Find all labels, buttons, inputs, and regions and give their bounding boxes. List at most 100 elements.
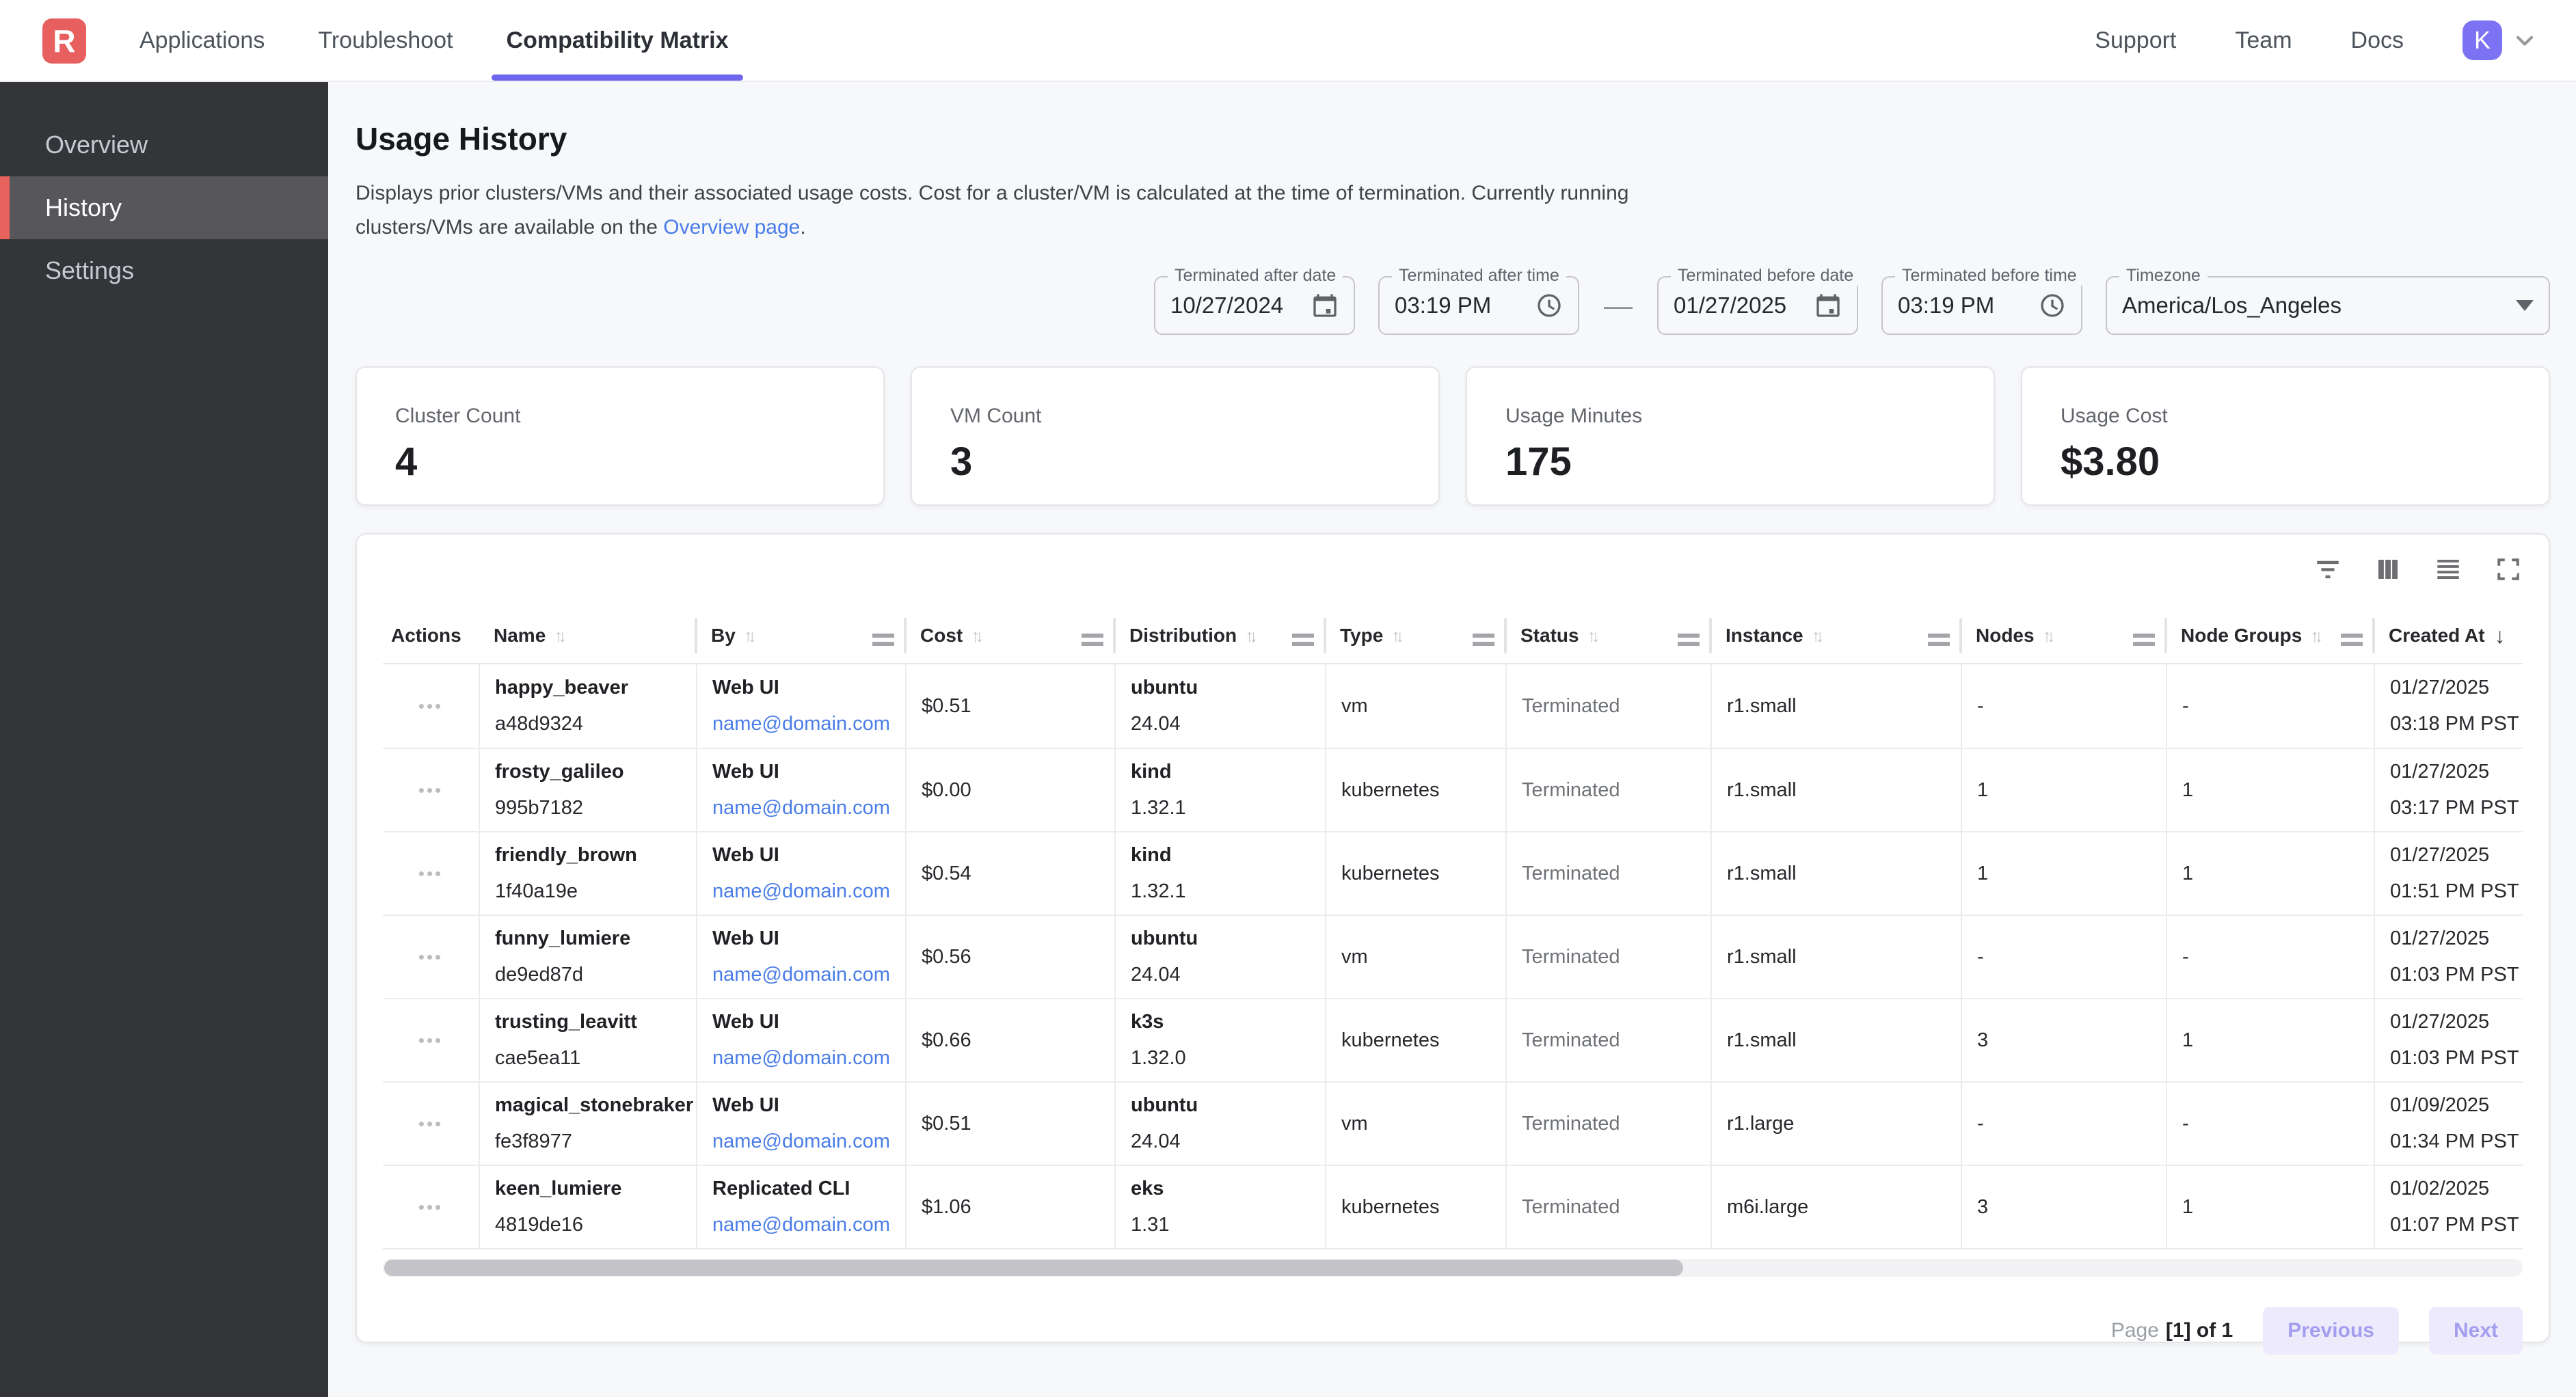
table-row[interactable]: ••• funny_lumierede9ed87d Web UIname@dom… [383,914,2523,998]
timezone-value[interactable]: America/Los_Angeles [2122,293,2342,318]
nav-item-compatibility-matrix[interactable]: Compatibility Matrix [507,0,729,81]
calendar-icon[interactable] [1814,292,1842,319]
page-description: Displays prior clusters/VMs and their as… [355,176,2550,245]
horizontal-scrollbar[interactable] [383,1259,2523,1277]
description-line2: clusters/VMs are available on the [355,216,663,239]
dropdown-arrow-icon[interactable] [2516,300,2534,311]
app-logo[interactable]: R [42,18,86,64]
terminated-after-time-field[interactable]: Terminated after time 03:19 PM [1378,276,1579,335]
cell-by: Web UIname@domain.com [696,749,905,831]
email-link[interactable]: name@domain.com [712,1214,905,1236]
email-link[interactable]: name@domain.com [712,964,905,986]
cell-cost: $0.66 [905,999,1114,1081]
previous-button[interactable]: Previous [2263,1307,2399,1355]
table-row[interactable]: ••• trusting_leavittcae5ea11 Web UIname@… [383,998,2523,1081]
clock-icon[interactable] [1535,292,1563,319]
sort-icon[interactable]: ↑↓ [1812,625,1820,647]
table-row[interactable]: ••• keen_lumiere4819de16 Replicated CLIn… [383,1165,2523,1248]
sort-icon[interactable]: ↑↓ [554,625,562,647]
terminated-after-date-value[interactable]: 10/27/2024 [1170,293,1283,318]
terminated-before-time-field[interactable]: Terminated before time 03:19 PM [1881,276,2082,335]
sidebar-item-history[interactable]: History [0,176,328,239]
cell-status: Terminated [1505,832,1710,914]
filter-icon[interactable] [2313,555,2342,584]
nav-link-support[interactable]: Support [2095,27,2176,54]
stat-label: Usage Cost [2061,405,2549,428]
more-actions-icon[interactable]: ••• [418,1113,443,1135]
terminated-before-time-value[interactable]: 03:19 PM [1898,293,1994,318]
cell-nodes: - [1961,916,2166,998]
account-menu[interactable]: K [2463,21,2536,60]
terminated-before-date-field[interactable]: Terminated before date 01/27/2025 [1657,276,1858,335]
more-actions-icon[interactable]: ••• [418,1030,443,1051]
terminated-after-time-value[interactable]: 03:19 PM [1395,293,1491,318]
timezone-select[interactable]: Timezone America/Los_Angeles [2106,276,2550,335]
sort-icon[interactable]: ↑↓ [971,625,979,647]
header-cost[interactable]: Cost↑↓ [905,608,1114,663]
cell-nodes: - [1961,664,2166,748]
terminated-before-date-value[interactable]: 01/27/2025 [1674,293,1786,318]
sidebar-item-settings[interactable]: Settings [0,239,328,302]
header-distribution[interactable]: Distribution↑↓ [1114,608,1325,663]
header-name[interactable]: Name↑↓ [479,608,696,663]
column-menu-icon[interactable] [1928,634,1950,638]
header-node-groups[interactable]: Node Groups↑↓ [2166,608,2374,663]
pagination: Page [1] of 1 Previous Next [383,1307,2523,1355]
header-instance[interactable]: Instance↑↓ [1710,608,1961,663]
cell-distribution: ubuntu24.04 [1114,664,1325,748]
column-menu-icon[interactable] [1292,634,1314,638]
density-icon[interactable] [2434,555,2463,584]
sort-icon[interactable]: ↑↓ [1391,625,1399,647]
table-row[interactable]: ••• frosty_galileo995b7182 Web UIname@do… [383,748,2523,831]
email-link[interactable]: name@domain.com [712,797,905,819]
email-link[interactable]: name@domain.com [712,880,905,903]
cell-distribution: ubuntu24.04 [1114,916,1325,998]
header-nodes[interactable]: Nodes↑↓ [1961,608,2166,663]
table-row[interactable]: ••• friendly_brown1f40a19e Web UIname@do… [383,831,2523,914]
scrollbar-thumb[interactable] [384,1260,1683,1276]
header-by[interactable]: By↑↓ [696,608,905,663]
sort-icon[interactable]: ↑↓ [2310,625,2318,647]
column-menu-icon[interactable] [2133,634,2155,638]
email-link[interactable]: name@domain.com [712,1130,905,1153]
more-actions-icon[interactable]: ••• [418,863,443,884]
primary-nav: Applications Troubleshoot Compatibility … [86,0,728,81]
description-line1: Displays prior clusters/VMs and their as… [355,182,1628,204]
sort-icon[interactable]: ↑↓ [2043,625,2051,647]
header-status[interactable]: Status↑↓ [1505,608,1710,663]
column-menu-icon[interactable] [1082,634,1103,638]
usage-table: Actions Name↑↓ By↑↓ Cost↑↓ Distribution↑… [383,608,2523,1249]
more-actions-icon[interactable]: ••• [418,1197,443,1218]
sort-icon[interactable]: ↑↓ [1245,625,1253,647]
more-actions-icon[interactable]: ••• [418,780,443,801]
nav-link-team[interactable]: Team [2235,27,2292,54]
column-menu-icon[interactable] [2341,634,2363,638]
cell-actions: ••• [383,916,479,998]
column-menu-icon[interactable] [1678,634,1700,638]
fullscreen-icon[interactable] [2494,555,2523,584]
nav-item-troubleshoot[interactable]: Troubleshoot [318,0,453,81]
more-actions-icon[interactable]: ••• [418,696,443,717]
table-row[interactable]: ••• happy_beavera48d9324 Web UIname@doma… [383,664,2523,748]
overview-page-link[interactable]: Overview page [663,216,800,239]
sort-icon[interactable]: ↑↓ [1587,625,1596,647]
sort-icon[interactable]: ↑↓ [744,625,752,647]
column-menu-icon[interactable] [1473,634,1494,638]
nav-item-applications[interactable]: Applications [139,0,265,81]
more-actions-icon[interactable]: ••• [418,947,443,968]
email-link[interactable]: name@domain.com [712,713,905,735]
column-menu-icon[interactable] [872,634,894,638]
header-type[interactable]: Type↑↓ [1325,608,1505,663]
clock-icon[interactable] [2039,292,2066,319]
table-row[interactable]: ••• magical_stonebrakerfe3f8977 Web UIna… [383,1081,2523,1165]
avatar[interactable]: K [2463,21,2502,60]
nav-link-docs[interactable]: Docs [2351,27,2404,54]
terminated-after-date-field[interactable]: Terminated after date 10/27/2024 [1154,276,1355,335]
email-link[interactable]: name@domain.com [712,1047,905,1070]
next-button[interactable]: Next [2429,1307,2523,1355]
calendar-icon[interactable] [1311,292,1339,319]
sidebar-item-overview[interactable]: Overview [0,113,328,176]
header-created-at[interactable]: Created At↓ [2374,608,2523,663]
columns-icon[interactable] [2374,555,2402,584]
sort-desc-icon[interactable]: ↓ [2495,623,2506,649]
